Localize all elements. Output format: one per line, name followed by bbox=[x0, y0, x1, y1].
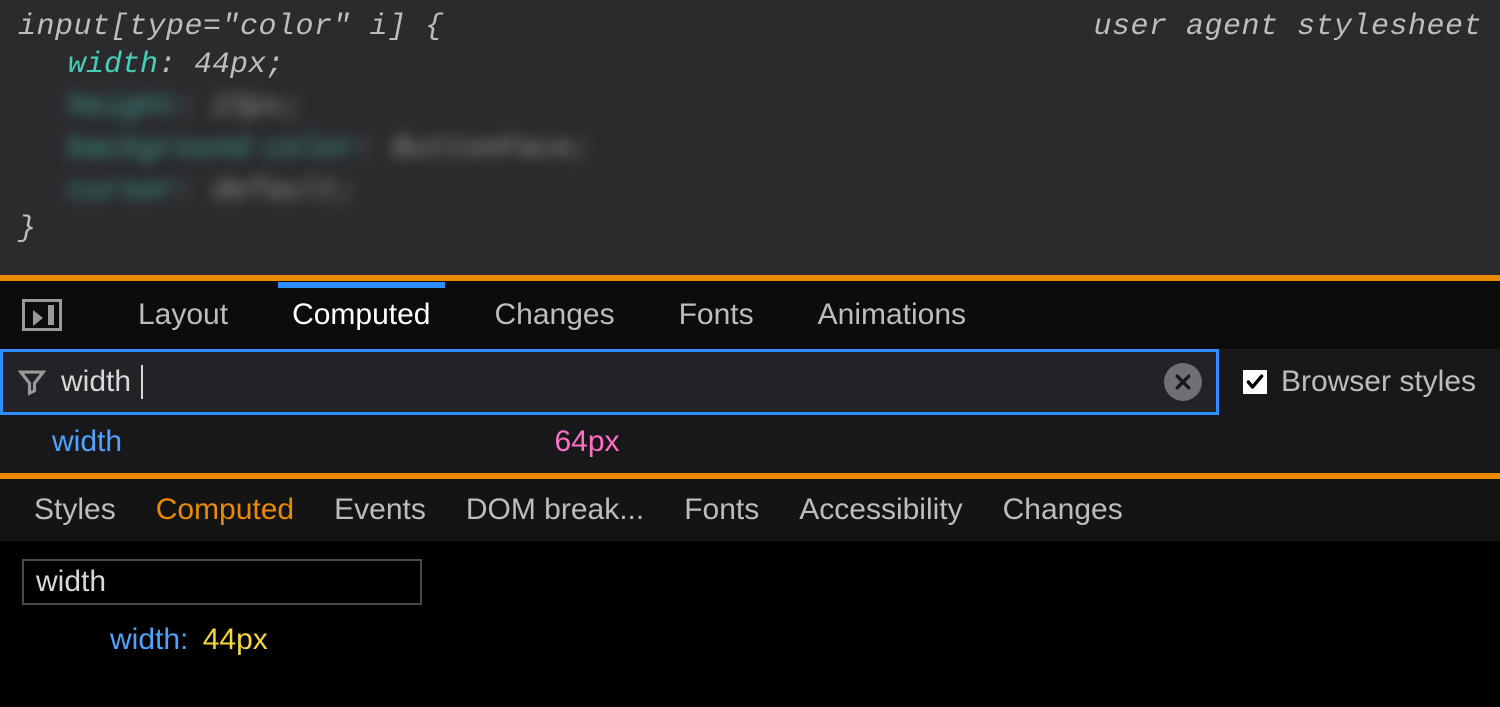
tab-changes[interactable]: Changes bbox=[1003, 493, 1123, 527]
checkbox-icon[interactable] bbox=[1243, 370, 1267, 394]
chrome-filter-input[interactable] bbox=[22, 559, 422, 605]
css-declaration: height: 23px; bbox=[68, 86, 1482, 128]
text-caret bbox=[141, 365, 143, 399]
browser-styles-label: Browser styles bbox=[1281, 365, 1476, 399]
declaration-value: default bbox=[212, 174, 338, 208]
css-declaration[interactable]: width: 44px; bbox=[68, 44, 1482, 86]
chrome-prop-value: 44px bbox=[203, 623, 268, 656]
tab-changes[interactable]: Changes bbox=[487, 284, 623, 346]
chrome-computed-row[interactable]: width: 44px bbox=[22, 623, 1478, 657]
css-declaration: cursor: default; bbox=[68, 170, 1482, 212]
declaration-property: background-color bbox=[68, 132, 356, 166]
chrome-prop-name: width bbox=[110, 623, 180, 656]
rule-selector[interactable]: input[type="color" i] { bbox=[18, 10, 444, 44]
tab-dom-breakpoints[interactable]: DOM break... bbox=[466, 493, 644, 527]
tab-layout[interactable]: Layout bbox=[130, 284, 236, 346]
firefox-computed-panel: Layout Computed Changes Fonts Animations… bbox=[0, 281, 1500, 473]
css-declaration: background-color: ButtonFace; bbox=[68, 128, 1482, 170]
tab-fonts[interactable]: Fonts bbox=[671, 284, 762, 346]
rule-source-label: user agent stylesheet bbox=[1093, 10, 1482, 44]
filter-icon bbox=[17, 367, 47, 397]
tab-computed[interactable]: Computed bbox=[284, 284, 438, 346]
css-rule-panel: input[type="color" i] { user agent style… bbox=[0, 0, 1500, 275]
declaration-property: height bbox=[68, 90, 176, 124]
declaration-value: 44px bbox=[194, 48, 266, 82]
computed-result-row[interactable]: width 64px bbox=[0, 415, 1500, 473]
chrome-tabbar: Styles Computed Events DOM break... Font… bbox=[0, 479, 1500, 541]
tab-fonts[interactable]: Fonts bbox=[684, 493, 759, 527]
tab-computed[interactable]: Computed bbox=[156, 493, 294, 527]
declaration-property: cursor bbox=[68, 174, 176, 208]
declaration-value: 23px bbox=[212, 90, 284, 124]
chrome-computed-panel: Styles Computed Events DOM break... Font… bbox=[0, 479, 1500, 675]
tab-accessibility[interactable]: Accessibility bbox=[799, 493, 962, 527]
computed-property-name: width bbox=[52, 425, 122, 459]
tab-styles[interactable]: Styles bbox=[34, 493, 116, 527]
declaration-value: ButtonFace bbox=[392, 132, 572, 166]
computed-property-value: 64px bbox=[122, 425, 1472, 459]
ff-tabbar: Layout Computed Changes Fonts Animations bbox=[0, 281, 1500, 349]
filter-box[interactable]: width bbox=[0, 349, 1219, 415]
filter-input-text[interactable]: width bbox=[61, 365, 131, 399]
browser-styles-toggle[interactable]: Browser styles bbox=[1219, 349, 1500, 415]
sidebar-toggle-icon[interactable] bbox=[22, 299, 62, 331]
clear-filter-button[interactable] bbox=[1164, 363, 1202, 401]
rule-close-brace: } bbox=[18, 212, 1482, 246]
tab-animations[interactable]: Animations bbox=[810, 284, 974, 346]
declaration-property: width bbox=[68, 48, 158, 82]
tab-events[interactable]: Events bbox=[334, 493, 426, 527]
